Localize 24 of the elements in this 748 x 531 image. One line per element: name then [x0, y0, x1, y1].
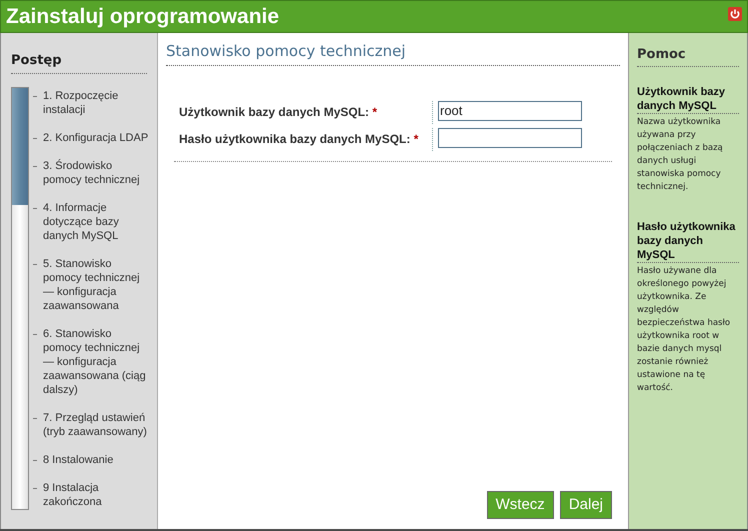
help-text: Nazwa użytkownika używana przy połączeniach z bazą danych usługi stanowiska pomocy technicznej. [637, 116, 724, 194]
step-label: 5. Stanowisko pomocy technicznej — konfiguracja zaawansowana [43, 256, 141, 312]
step-label: 8 Instalowanie [43, 452, 114, 466]
help-title: Pomoc [637, 45, 739, 66]
field-label: Hasło użytkownika bazy danych MySQL: * [178, 130, 420, 148]
power-icon[interactable] [728, 6, 742, 20]
field-label: Użytkownik bazy danych MySQL: * [178, 104, 378, 120]
step-label: 3. Środowisko pomocy technicznej [43, 158, 141, 186]
input-field[interactable]: root [438, 100, 582, 120]
step-label: 1. Rozpoczęcie instalacji [43, 88, 120, 116]
nav-button[interactable]: Dalej [560, 491, 612, 519]
step-label: 2. Konfiguracja LDAP [43, 130, 149, 144]
input-field[interactable] [438, 128, 582, 148]
step-label: 6. Stanowisko pomocy technicznej — konfiguracja zaawansowana (ciąg dalszy) [43, 326, 147, 396]
step-label: 7. Przegląd ustawień (tryb zaawansowany) [43, 410, 148, 438]
sidebar-title: Postęp [11, 51, 147, 74]
window-title: Zainstaluj oprogramowanie [6, 4, 280, 30]
help-text: Hasło używane dla określonego powyżej użytkownika. Ze względów bezpieczeństwa hasło użytkownika root w bazie danych mysql zostanie również ustawione na tę wartość. [637, 264, 732, 394]
step-label: 4. Informacje dotyczące bazy danych MySQL [43, 200, 120, 242]
help-heading: Hasło użytkownika bazy danych MySQL [637, 220, 739, 262]
nav-button[interactable]: Wstecz [486, 491, 554, 519]
step-label: 9 Instalacja zakończona [43, 480, 103, 508]
help-heading: Użytkownik bazy danych MySQL [637, 84, 739, 114]
page-heading: Stanowisko pomocy technicznej [166, 40, 620, 66]
